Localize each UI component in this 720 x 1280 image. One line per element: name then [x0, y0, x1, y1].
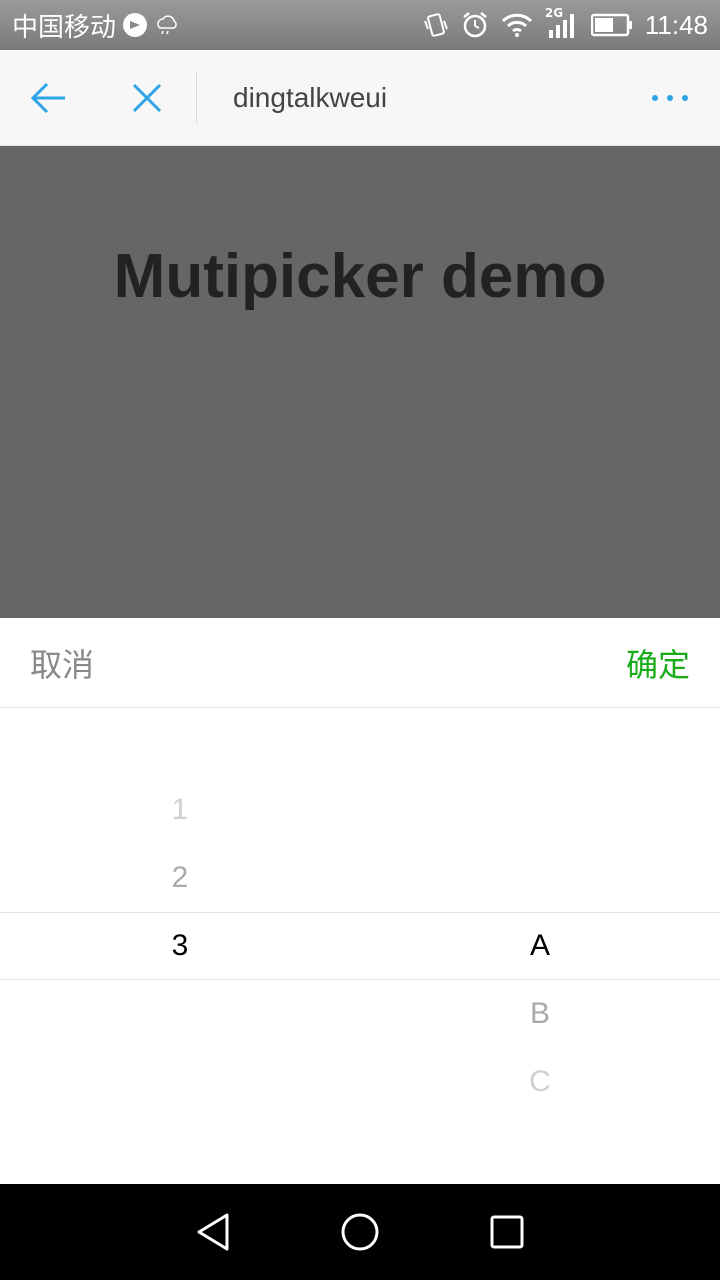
- status-left: 中国移动: [12, 7, 180, 44]
- status-right: 2G 11:48: [423, 6, 708, 41]
- system-navigation-bar: [0, 1184, 720, 1280]
- network-type-label: 2G: [544, 6, 564, 20]
- cell-signal-icon: 2G: [545, 6, 579, 40]
- picker-option[interactable]: C: [360, 1048, 720, 1116]
- clock: 11:48: [644, 9, 708, 40]
- back-button[interactable]: [0, 50, 98, 146]
- vibrate-icon: [423, 11, 449, 39]
- picker-option[interactable]: 2: [0, 844, 360, 912]
- square-recent-icon: [490, 1215, 524, 1249]
- system-home-button[interactable]: [330, 1202, 390, 1262]
- close-icon: [132, 83, 162, 112]
- page-content-overlay[interactable]: Mutipicker demo: [0, 146, 720, 618]
- cancel-button[interactable]: 取消: [30, 640, 94, 686]
- picker-option-selected[interactable]: A: [360, 912, 720, 980]
- confirm-button[interactable]: 确定: [626, 640, 690, 686]
- wifi-icon: [501, 12, 533, 38]
- multi-picker: 取消 确定 1 2 3 A B C: [0, 618, 720, 1184]
- picker-option[interactable]: 1: [0, 776, 360, 844]
- carrier-label: 中国移动: [12, 12, 117, 43]
- more-button[interactable]: [620, 50, 720, 146]
- notification-app-icon: [122, 12, 148, 38]
- picker-body: 1 2 3 A B C: [0, 708, 720, 1184]
- system-recent-button[interactable]: [477, 1202, 537, 1262]
- page-title-header: dingtalkweui: [233, 81, 388, 113]
- header-divider: [196, 71, 197, 124]
- weather-cloud-icon: [154, 14, 180, 36]
- page-heading: Mutipicker demo: [113, 242, 607, 311]
- arrow-left-icon: [30, 82, 65, 113]
- picker-column-letters[interactable]: A B C: [360, 708, 720, 1184]
- triangle-back-icon: [197, 1213, 229, 1251]
- more-dots-icon: [652, 94, 688, 101]
- battery-icon: [590, 13, 633, 37]
- picker-option-selected[interactable]: 3: [0, 912, 360, 980]
- app-header: dingtalkweui: [0, 50, 720, 146]
- picker-option[interactable]: B: [360, 980, 720, 1048]
- circle-home-icon: [341, 1213, 379, 1251]
- picker-column-numbers[interactable]: 1 2 3: [0, 708, 360, 1184]
- picker-toolbar: 取消 确定: [0, 618, 720, 708]
- status-bar: 中国移动 2G 11:48: [0, 0, 720, 50]
- alarm-icon: [461, 11, 489, 39]
- close-button[interactable]: [98, 50, 196, 146]
- system-back-button[interactable]: [183, 1202, 243, 1262]
